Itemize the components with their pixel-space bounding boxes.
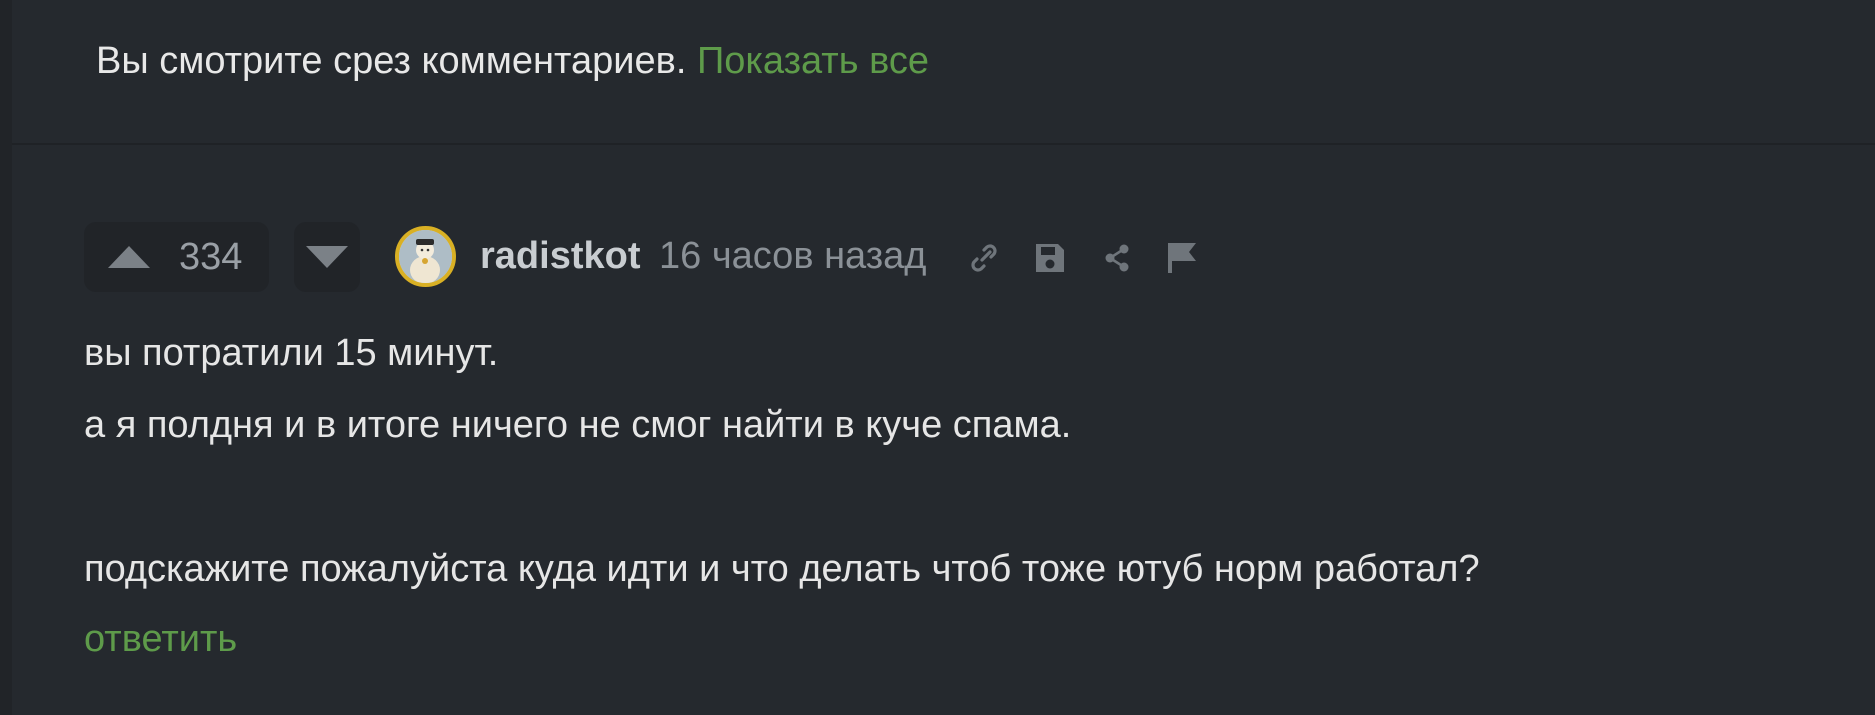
show-all-link[interactable]: Показать все [697,40,929,82]
downvote-button[interactable] [294,222,360,292]
comment-line: вы потратили 15 минут. [84,332,499,374]
avatar-image [399,230,452,283]
slice-notice: Вы смотрите срез комментариев. Показать … [96,40,929,83]
flag-icon[interactable] [1164,240,1200,276]
comment-body: вы потратили 15 минут. а я полдня и в ит… [84,317,1835,605]
page: Вы смотрите срез комментариев. Показать … [0,0,1875,715]
comment: 334 radistkot 16 часов назад вы потратил… [84,222,1835,669]
comment-time: 16 часов назад [659,235,927,277]
slice-notice-text: Вы смотрите срез комментариев. [96,40,687,82]
reply-button[interactable]: ответить [84,609,237,669]
comment-header: 334 radistkot 16 часов назад [84,222,1835,294]
comment-line: а я полдня и в итоге ничего не смог найт… [84,404,1072,446]
left-rail [0,0,12,715]
comment-line-empty [84,461,1835,533]
comments-slice-banner: Вы смотрите срез комментариев. Показать … [12,0,1875,145]
rating-count: 334 [179,236,243,278]
avatar[interactable] [395,226,456,287]
link-icon[interactable] [966,240,1002,276]
rating-box: 334 [84,222,269,292]
arrow-down-icon [306,246,348,268]
share-icon[interactable] [1099,240,1135,276]
save-icon[interactable] [1032,240,1068,276]
author-name[interactable]: radistkot [480,235,640,278]
arrow-up-icon[interactable] [106,244,152,270]
comment-line: подскажите пожалуйста куда идти и что де… [84,548,1480,590]
